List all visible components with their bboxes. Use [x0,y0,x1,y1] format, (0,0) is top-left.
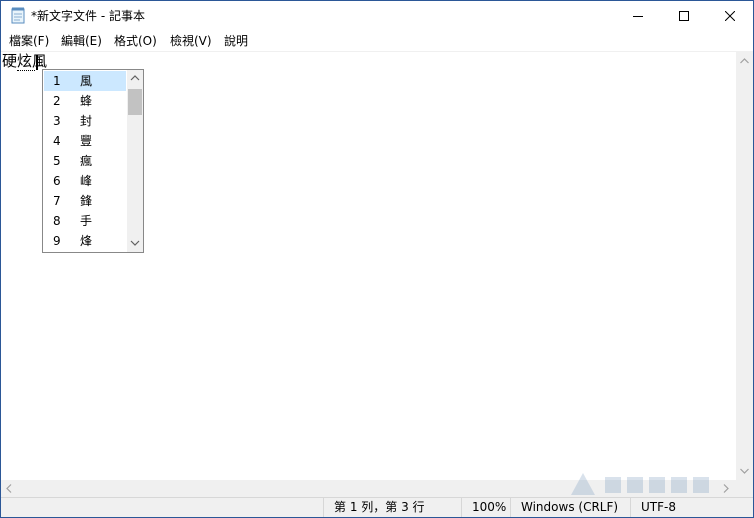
notepad-icon [11,7,25,24]
ime-candidate-char: 瘋 [80,154,93,168]
ime-candidate-number: 6 [53,174,61,188]
composition-text: 炫 [17,52,33,70]
ime-candidate-item[interactable]: 8 手 [44,211,126,231]
vertical-scrollbar[interactable] [736,52,753,480]
status-encoding: UTF-8 [630,498,751,517]
minimize-icon [633,16,643,17]
ime-candidate-number: 1 [53,74,61,88]
ime-candidate-item[interactable]: 7 鋒 [44,191,126,211]
menu-view[interactable]: 檢視(V) [170,33,212,49]
ime-candidate-number: 8 [53,214,61,228]
ime-candidate-number: 2 [53,94,61,108]
scroll-up-icon[interactable] [740,58,749,64]
editor-text[interactable]: 硬炫風 [2,53,47,70]
ime-candidate-number: 5 [53,154,61,168]
status-zoom: 100% [461,498,511,517]
status-cursor-position: 第 1 列，第 3 行 [323,498,461,517]
maximize-button[interactable] [661,1,707,31]
window-title: *新文字文件 - 記事本 [31,9,145,23]
title-bar[interactable]: *新文字文件 - 記事本 [1,1,753,31]
menu-format[interactable]: 格式(O) [114,33,157,49]
ime-candidate-number: 4 [53,134,61,148]
status-bar: 第 1 列，第 3 行 100% Windows (CRLF) UTF-8 [1,497,753,517]
menu-file[interactable]: 檔案(F) [9,33,49,49]
ime-candidate-char: 豐 [80,134,93,148]
ime-candidate-char: 蜂 [80,94,93,108]
ime-candidate-char: 鋒 [80,194,93,208]
ime-candidate-item[interactable]: 2 蜂 [44,91,126,111]
pending-char: 風 [32,52,48,70]
ime-candidate-window: 1 風 2 蜂 3 封 4 豐 5 瘋 6 峰 7 鋒 8 手 9 烽 [42,69,144,253]
scroll-down-icon[interactable] [740,468,749,474]
status-line-ending: Windows (CRLF) [510,498,629,517]
close-button[interactable] [707,1,753,31]
ime-candidate-item[interactable]: 3 封 [44,111,126,131]
ime-scroll-thumb[interactable] [128,89,142,115]
ime-scrollbar[interactable] [127,70,143,252]
ime-candidate-char: 手 [80,214,93,228]
ime-candidate-number: 7 [53,194,61,208]
ime-candidate-item[interactable]: 1 風 [44,71,126,91]
menu-help[interactable]: 說明 [224,33,248,49]
ime-candidate-item[interactable]: 6 峰 [44,171,126,191]
ime-candidate-list: 1 風 2 蜂 3 封 4 豐 5 瘋 6 峰 7 鋒 8 手 9 烽 [43,70,127,252]
ime-candidate-item[interactable]: 5 瘋 [44,151,126,171]
ime-candidate-char: 封 [80,114,93,128]
minimize-button[interactable] [615,1,661,31]
committed-text: 硬 [2,52,18,70]
menu-edit[interactable]: 編輯(E) [61,33,102,49]
scroll-left-icon[interactable] [6,484,12,493]
ime-scroll-down-icon[interactable] [130,240,140,246]
ime-candidate-char: 風 [80,74,93,88]
ime-candidate-number: 9 [53,234,61,248]
menu-bar: 檔案(F) 編輯(E) 格式(O) 檢視(V) 說明 [1,31,753,51]
watermark-logo [571,473,709,495]
composition-underline [17,69,35,71]
close-icon [725,11,735,21]
ime-candidate-item[interactable]: 9 烽 [44,231,126,251]
text-caret [36,55,38,70]
ime-candidate-char: 烽 [80,234,93,248]
ime-candidate-char: 峰 [80,174,93,188]
ime-candidate-item[interactable]: 4 豐 [44,131,126,151]
ime-candidate-number: 3 [53,114,61,128]
ime-scroll-up-icon[interactable] [130,75,140,81]
maximize-icon [679,11,689,21]
